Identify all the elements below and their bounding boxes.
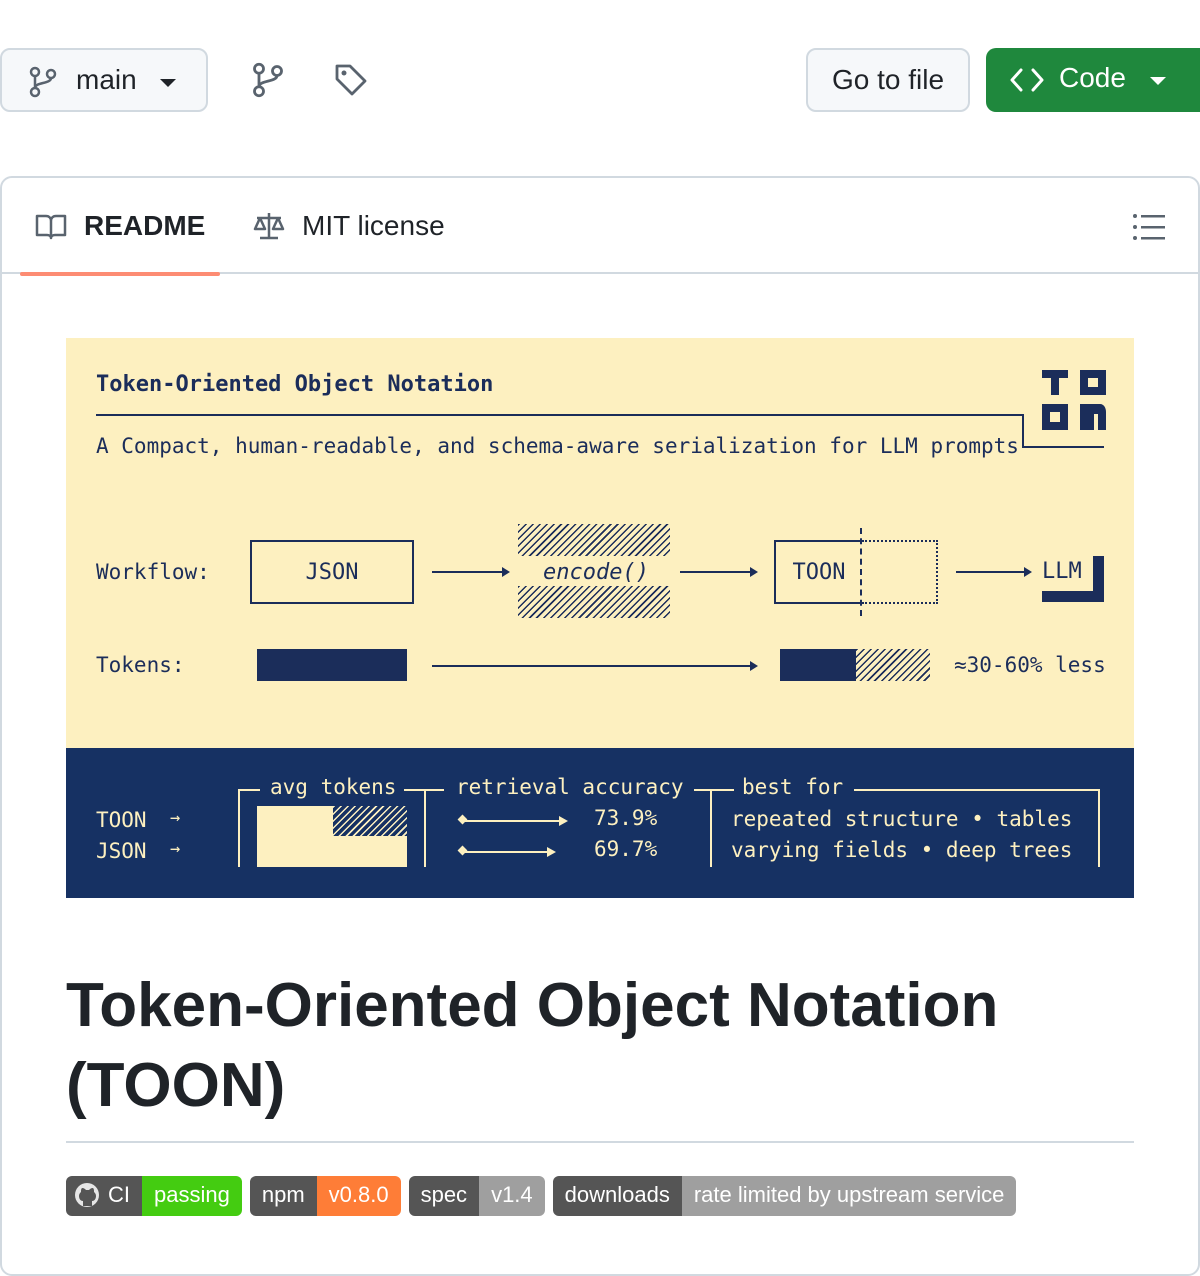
toon-token-bar [780,649,856,681]
book-icon [35,214,67,240]
group-bracket [1098,789,1100,867]
toon-banner-image: Token-Oriented Object Notation A Compact… [66,338,1134,898]
chevron-down-icon [1150,77,1166,85]
best-for-header: best for [742,775,844,799]
ci-badge-label: CI [108,1182,130,1207]
downloads-badge-label: downloads [552,1176,682,1216]
saved-token-bar [856,649,930,681]
banner-rule [1022,446,1104,448]
tab-license[interactable]: MIT license [252,178,472,274]
savings-label: ≈30-60% less [954,653,1106,677]
json-token-bar [257,649,407,681]
active-tab-indicator [20,272,220,276]
spec-badge-value: v1.4 [479,1176,545,1216]
json-accuracy: 69.7% [594,837,658,861]
banner-rule [96,414,1024,416]
chevron-down-icon [160,79,176,87]
banner-subtitle: A Compact, human-readable, and schema-aw… [96,434,1019,458]
toon-accuracy: 73.9% [594,806,658,830]
encode-label: encode() [543,560,649,585]
flow-arrow [956,567,1032,577]
badge-row: CI passing npm v0.8.0 spec v1.4 download… [66,1176,1017,1216]
banner-title: Token-Oriented Object Notation [96,372,494,397]
law-icon [253,213,285,240]
npm-badge[interactable]: npm v0.8.0 [249,1176,401,1216]
code-icon [1010,68,1044,92]
branches-icon[interactable] [250,62,286,98]
go-to-file-button[interactable]: Go to file [806,48,970,112]
toon-avg-bar [257,806,333,836]
encode-hatch-top [518,524,670,556]
readme-tab-bar: README MIT license [2,178,1198,276]
accuracy-arrow-json [462,847,556,857]
best-for-line-1: repeated structure • tables [731,807,1073,831]
banner-stats-panel: TOON → JSON → avg tokens retrieval accur… [66,748,1134,898]
tab-license-label: MIT license [302,210,445,241]
heading-divider [66,1141,1134,1143]
row-name-json: JSON [96,839,147,863]
heading-line-1: Token-Oriented Object Notation [66,971,999,1040]
npm-badge-value: v0.8.0 [316,1176,401,1216]
ci-badge[interactable]: CI passing [66,1176,242,1216]
encode-hatch-bottom [518,586,670,618]
group-bracket [238,789,260,791]
npm-badge-label: npm [249,1176,317,1216]
toon-box: TOON [774,540,862,604]
branch-name: main [76,64,137,95]
toon-avg-saved [333,806,407,836]
readme-heading: Token-Oriented Object Notation (TOON) [66,966,1134,1126]
banner-rule [1022,414,1024,448]
toon-logo-icon [1042,370,1106,430]
group-rule [694,789,734,791]
flow-arrow [432,567,510,577]
row-arrow: → [170,808,181,828]
row-arrow: → [170,839,181,859]
repo-toolbar: main Go to file Code [0,48,1200,112]
group-rule [854,789,1100,791]
tab-readme-label: README [84,210,206,241]
tag-icon[interactable] [333,62,369,98]
llm-bracket [1042,556,1104,602]
toon-saved-box [862,540,938,604]
table-of-contents-icon[interactable] [1132,212,1166,242]
workflow-label: Workflow: [96,560,210,584]
tokens-label: Tokens: [96,653,185,677]
ci-badge-value: passing [142,1176,242,1216]
flow-arrow [680,567,758,577]
accuracy-arrow-toon [462,816,568,826]
group-bracket [238,789,240,867]
heading-line-2: (TOON) [66,1051,286,1120]
json-box: JSON [250,540,414,604]
ci-badge-left: CI [66,1176,142,1216]
github-icon [75,1183,99,1207]
code-button-label: Code [1059,62,1126,93]
code-button[interactable]: Code [986,48,1200,112]
downloads-badge-value: rate limited by upstream service [681,1176,1017,1216]
git-branch-icon [29,66,57,98]
group-divider [424,789,426,867]
branch-selector-button[interactable]: main [0,48,208,112]
avg-tokens-header: avg tokens [270,775,397,799]
spec-badge-label: spec [408,1176,480,1216]
spec-badge[interactable]: spec v1.4 [408,1176,545,1216]
json-avg-bar [257,836,407,867]
token-arrow [432,661,758,671]
tab-readme[interactable]: README [20,178,220,276]
group-divider [710,789,712,867]
downloads-badge[interactable]: downloads rate limited by upstream servi… [552,1176,1017,1216]
row-name-toon: TOON [96,808,147,832]
retrieval-header: retrieval accuracy [456,775,684,799]
best-for-line-2: varying fields • deep trees [731,838,1073,862]
